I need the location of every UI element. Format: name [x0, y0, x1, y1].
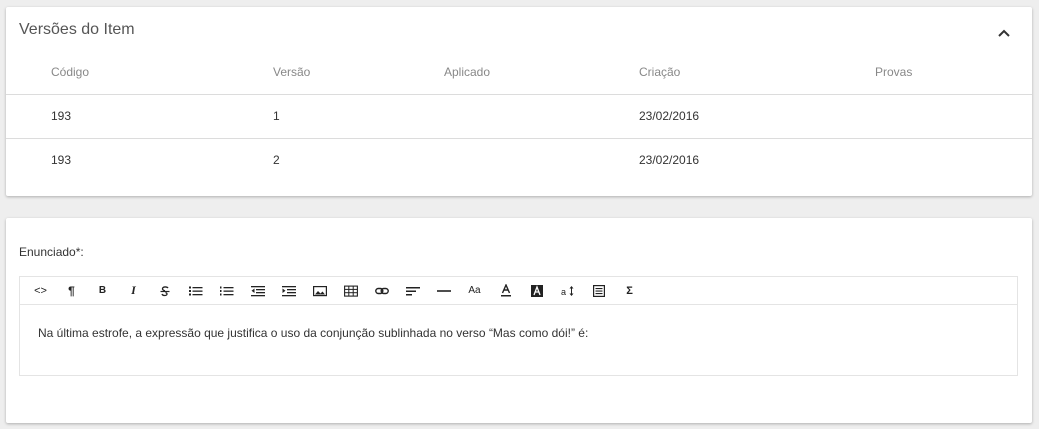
align-button[interactable]: [397, 280, 428, 302]
column-header-provas[interactable]: Provas: [875, 51, 1032, 95]
code-icon: <>: [34, 284, 47, 297]
image-icon: [312, 285, 327, 296]
font-size-icon: Aa: [468, 285, 481, 296]
paragraph-button[interactable]: ¶: [56, 280, 87, 302]
insert-image-button[interactable]: [304, 280, 335, 302]
column-header-aplicado[interactable]: Aplicado: [444, 51, 639, 95]
list-numbered-icon: [219, 286, 233, 295]
table-row[interactable]: 193 1 23/02/2016: [6, 94, 1032, 139]
column-header-versao[interactable]: Versão: [273, 51, 444, 95]
cell-provas: [875, 94, 1032, 139]
font-color-icon: [500, 284, 511, 297]
cell-criacao: 23/02/2016: [639, 94, 875, 139]
table-header-row: Código Versão Aplicado Criação Provas: [6, 51, 1032, 95]
paragraph-icon: ¶: [68, 283, 75, 298]
cell-codigo: 193: [51, 153, 72, 168]
unordered-list-button[interactable]: [180, 280, 211, 302]
column-header-codigo[interactable]: Código: [6, 51, 273, 95]
cell-aplicado: [444, 94, 639, 139]
outdent-button[interactable]: [242, 280, 273, 302]
versions-title: Versões do Item: [19, 21, 135, 38]
insert-table-button[interactable]: [335, 280, 366, 302]
line-height-icon: a: [561, 285, 573, 297]
italic-button[interactable]: I: [118, 280, 149, 302]
chevron-up-icon[interactable]: [996, 25, 1012, 41]
outdent-icon: [250, 285, 265, 296]
horizontal-rule-icon: [436, 289, 451, 292]
link-icon: [374, 287, 389, 294]
insert-link-button[interactable]: [366, 280, 397, 302]
strikethrough-icon: [160, 285, 169, 296]
cell-criacao: 23/02/2016: [639, 153, 700, 168]
editor-toolbar: <> ¶ B I Aa a Σ: [20, 277, 1017, 305]
cell-aplicado: [444, 138, 639, 182]
ordered-list-button[interactable]: [211, 280, 242, 302]
bold-icon: B: [98, 285, 107, 296]
versions-table: Código Versão Aplicado Criação Provas 19…: [6, 51, 1032, 182]
statement-card: Enunciado*: <> ¶ B I Aa a Σ Na última es…: [6, 218, 1032, 423]
column-header-criacao[interactable]: Criação: [639, 51, 875, 95]
line-height-button[interactable]: a: [552, 280, 583, 302]
cell-versao: 1: [273, 94, 444, 139]
table-row[interactable]: 193 2 23/02/2016: [6, 138, 1032, 182]
rich-text-editor: <> ¶ B I Aa a Σ Na última estrofe, a exp…: [19, 276, 1018, 376]
italic-icon: I: [131, 283, 136, 297]
align-left-icon: [405, 286, 420, 295]
background-color-icon: [530, 284, 543, 297]
horizontal-rule-button[interactable]: [428, 280, 459, 302]
table-icon: [343, 285, 358, 297]
indent-icon: [281, 285, 296, 296]
svg-text:a: a: [561, 287, 566, 297]
strikethrough-button[interactable]: [149, 280, 180, 302]
document-icon: [592, 284, 605, 297]
font-size-button[interactable]: Aa: [459, 280, 490, 302]
fullscreen-button[interactable]: [583, 280, 614, 302]
font-color-button[interactable]: [490, 280, 521, 302]
editor-content[interactable]: Na última estrofe, a expressão que justi…: [20, 305, 1017, 340]
indent-button[interactable]: [273, 280, 304, 302]
background-color-button[interactable]: [521, 280, 552, 302]
cell-versao: 2: [273, 153, 280, 168]
list-bulleted-icon: [188, 286, 202, 295]
equation-button[interactable]: Σ: [614, 280, 645, 302]
bold-button[interactable]: B: [87, 280, 118, 302]
versions-card: Versões do Item Código Versão Aplicado C…: [6, 7, 1032, 196]
code-view-button[interactable]: <>: [25, 280, 56, 302]
sigma-icon: Σ: [626, 284, 633, 297]
cell-codigo: 193: [6, 94, 273, 139]
statement-label: Enunciado*:: [19, 245, 84, 259]
cell-provas: [875, 138, 1032, 182]
